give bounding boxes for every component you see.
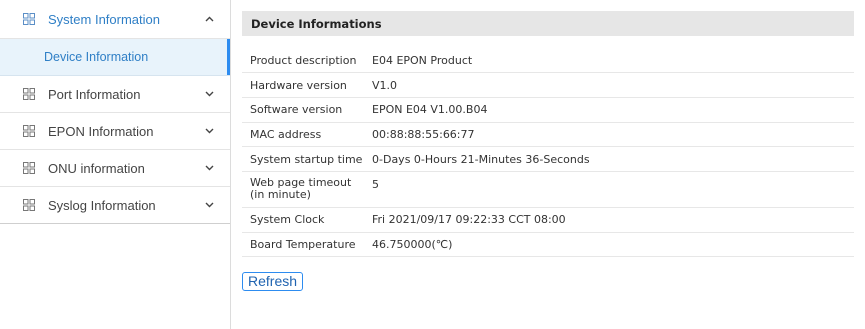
panel-header: Device Informations — [242, 11, 854, 36]
row-value: E04 EPON Product — [364, 48, 854, 74]
row-key: Product description — [242, 48, 364, 74]
row-key: Hardware version — [242, 72, 364, 98]
row-key: Web page timeout (in minute) — [242, 171, 364, 208]
row-key: Software version — [242, 97, 364, 123]
chevron-down-icon — [204, 89, 214, 99]
row-value: 00:88:88:55:66:77 — [364, 122, 854, 148]
sidebar-item-port-information[interactable]: Port Information — [0, 76, 230, 113]
table-row: Board Temperature 46.750000(℃) — [242, 232, 854, 258]
sidebar-item-syslog-information[interactable]: Syslog Information — [0, 187, 230, 224]
table-row: Product description E04 EPON Product — [242, 48, 854, 74]
chevron-up-icon — [204, 14, 214, 24]
sidebar-subitem-label: Device Information — [44, 50, 149, 64]
grid-icon — [23, 13, 35, 25]
table-row: Software version EPON E04 V1.00.B04 — [242, 97, 854, 123]
grid-icon — [23, 125, 35, 137]
row-key-line2: (in minute) — [250, 188, 311, 202]
row-key: System startup time — [242, 146, 364, 172]
row-value: Fri 2021/09/17 09:22:33 CCT 08:00 — [364, 207, 854, 233]
row-key: MAC address — [242, 122, 364, 148]
row-key: System Clock — [242, 207, 364, 233]
sidebar-item-onu-information[interactable]: ONU information — [0, 150, 230, 187]
row-value: 5 — [364, 171, 854, 208]
sidebar-item-label: ONU information — [48, 160, 145, 176]
grid-icon — [23, 199, 35, 211]
chevron-down-icon — [204, 200, 214, 210]
grid-icon — [23, 88, 35, 100]
table-row: MAC address 00:88:88:55:66:77 — [242, 122, 854, 148]
row-value: 46.750000(℃) — [364, 232, 854, 258]
grid-icon — [23, 162, 35, 174]
sidebar: System Information Device Information Po… — [0, 0, 231, 329]
sidebar-item-system-information[interactable]: System Information — [0, 0, 230, 39]
row-key: Board Temperature — [242, 232, 364, 258]
table-row: System Clock Fri 2021/09/17 09:22:33 CCT… — [242, 207, 854, 233]
row-value: 0-Days 0-Hours 21-Minutes 36-Seconds — [364, 146, 854, 172]
row-value: EPON E04 V1.00.B04 — [364, 97, 854, 123]
sidebar-item-label: Syslog Information — [48, 197, 156, 213]
main-panel: Device Informations Product description … — [242, 11, 854, 291]
page-title: Device Informations — [251, 16, 382, 31]
sidebar-item-label: Port Information — [48, 86, 141, 102]
table-row: Hardware version V1.0 — [242, 72, 854, 98]
chevron-down-icon — [204, 163, 214, 173]
table-row: Web page timeout (in minute) 5 — [242, 171, 854, 208]
device-info-table: Product description E04 EPON Product Har… — [242, 48, 854, 258]
sidebar-item-epon-information[interactable]: EPON Information — [0, 113, 230, 150]
table-row: System startup time 0-Days 0-Hours 21-Mi… — [242, 146, 854, 172]
sidebar-subitem-device-information[interactable]: Device Information — [0, 39, 230, 76]
refresh-button[interactable]: Refresh — [242, 272, 304, 291]
chevron-down-icon — [204, 126, 214, 136]
row-value: V1.0 — [364, 72, 854, 98]
sidebar-item-label: System Information — [48, 11, 160, 27]
sidebar-item-label: EPON Information — [48, 123, 154, 139]
